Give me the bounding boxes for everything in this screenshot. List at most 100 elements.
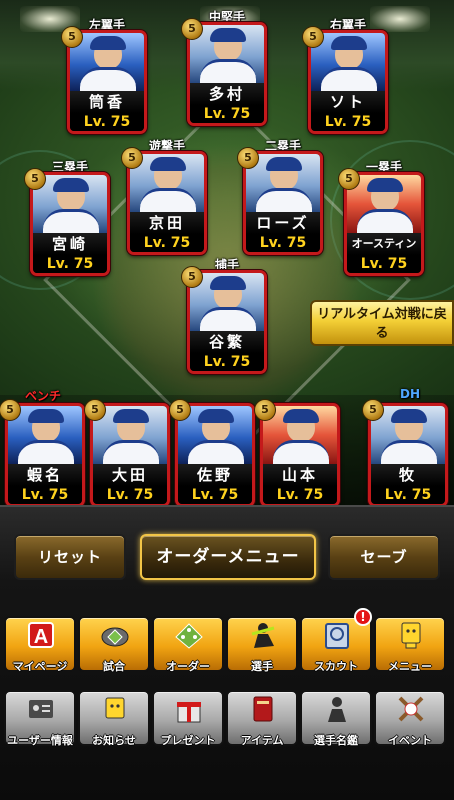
item-icon: [253, 696, 273, 722]
player-level: Lv. 75: [371, 486, 445, 504]
notification-badge: !: [354, 608, 372, 626]
nav-game[interactable]: 試合: [78, 612, 152, 676]
reset-button[interactable]: リセット: [14, 534, 126, 580]
save-button[interactable]: セーブ: [328, 534, 440, 580]
card-frame: 佐野 Lv. 75: [175, 403, 255, 507]
player-name: 京田: [130, 212, 204, 234]
cost-coin-icon: 5: [84, 399, 106, 421]
nav-label: マイページ: [12, 660, 68, 673]
player-name: 大田: [93, 464, 167, 486]
card-frame: ローズ Lv. 75: [243, 151, 323, 255]
cost-coin-icon: 5: [338, 168, 360, 190]
nav-item[interactable]: アイテム: [226, 686, 300, 750]
player-card-lf[interactable]: 筒香 Lv. 75 5: [61, 26, 147, 134]
player-directory-icon: [328, 697, 346, 722]
nav-label: イベント: [388, 734, 432, 747]
card-frame: 牧 Lv. 75: [368, 403, 448, 507]
present-icon: [177, 702, 201, 723]
nav-user-info[interactable]: ユーザー情報: [4, 686, 78, 750]
cost-coin-icon: 5: [302, 26, 324, 48]
player-name: 筒香: [70, 91, 144, 113]
player-level: Lv. 75: [190, 105, 264, 123]
nav-order[interactable]: オーダー: [152, 612, 226, 676]
nav-present[interactable]: プレゼント: [152, 686, 226, 750]
nav-label: 選手名鑑: [314, 734, 358, 747]
order-icon: [175, 623, 203, 649]
player-icon: [251, 623, 275, 648]
cost-coin-icon: 5: [362, 399, 384, 421]
nav-event[interactable]: イベント: [374, 686, 448, 750]
player-card-cf[interactable]: 多村 Lv. 75 5: [181, 18, 267, 126]
menu-icon: [401, 622, 421, 649]
card-frame: 大田 Lv. 75: [90, 403, 170, 507]
nav-label: お知らせ: [92, 734, 136, 747]
player-level: Lv. 75: [246, 234, 320, 252]
cost-coin-icon: 5: [237, 147, 259, 169]
nav-label: メニュー: [388, 660, 432, 673]
player-name: ソト: [311, 91, 385, 113]
card-frame: 宮崎 Lv. 75: [30, 172, 110, 276]
cost-coin-icon: 5: [181, 266, 203, 288]
player-card-rf[interactable]: ソト Lv. 75 5: [302, 26, 388, 134]
player-name: オースティン: [347, 233, 421, 255]
order-menu-button[interactable]: オーダーメニュー: [140, 534, 316, 580]
player-card-c[interactable]: 谷繁 Lv. 75 5: [181, 266, 267, 374]
player-level: Lv. 75: [263, 486, 337, 504]
card-frame: オースティン Lv. 75: [344, 172, 424, 276]
stadium-icon: [101, 627, 129, 647]
player-level: Lv. 75: [311, 113, 385, 131]
player-level: Lv. 75: [190, 353, 264, 371]
nav-player-directory[interactable]: 選手名鑑: [300, 686, 374, 750]
card-frame: ソト Lv. 75: [308, 30, 388, 134]
nav-label: ユーザー情報: [7, 734, 73, 747]
nav-label: アイテム: [240, 734, 284, 747]
player-level: Lv. 75: [178, 486, 252, 504]
dh-label: DH: [399, 387, 420, 401]
player-level: Lv. 75: [70, 113, 144, 131]
player-card-1b[interactable]: オースティン Lv. 75 5: [338, 168, 424, 276]
bench-label: ベンチ: [24, 389, 61, 403]
player-level: Lv. 75: [33, 255, 107, 273]
cost-coin-icon: 5: [24, 168, 46, 190]
card-frame: 京田 Lv. 75: [127, 151, 207, 255]
lineup-screen: 左翼手 筒香 Lv. 75 5 中堅手 多村 Lv. 75 5 右翼手 ソト L…: [0, 0, 454, 800]
event-icon: [398, 696, 424, 722]
nav-label: 試合: [103, 660, 125, 673]
nav-mypage[interactable]: A マイページ: [4, 612, 78, 676]
card-frame: 谷繁 Lv. 75: [187, 270, 267, 374]
bench-card[interactable]: 大田 Lv. 75 5: [84, 399, 170, 507]
nav-label: プレゼント: [160, 734, 216, 747]
bench-card[interactable]: 蝦名 Lv. 75 5: [0, 399, 85, 507]
player-level: Lv. 75: [93, 486, 167, 504]
mypage-icon: A: [28, 622, 54, 648]
news-icon: [105, 697, 125, 719]
player-level: Lv. 75: [347, 255, 421, 273]
nav-label: オーダー: [166, 660, 210, 673]
card-frame: 山本 Lv. 75: [260, 403, 340, 507]
dh-card[interactable]: 牧 Lv. 75 5: [362, 399, 448, 507]
nav-label: 選手: [251, 660, 273, 673]
card-frame: 蝦名 Lv. 75: [5, 403, 85, 507]
player-name: 牧: [371, 464, 445, 486]
scout-icon: [325, 623, 349, 649]
card-frame: 多村 Lv. 75: [187, 22, 267, 126]
player-level: Lv. 75: [8, 486, 82, 504]
nav-label: スカウト: [314, 660, 358, 673]
cost-coin-icon: 5: [169, 399, 191, 421]
player-name: ローズ: [246, 212, 320, 234]
player-name: 谷繁: [190, 331, 264, 353]
nav-scout[interactable]: ! スカウト: [300, 608, 374, 676]
nav-player[interactable]: 選手: [226, 612, 300, 676]
player-card-2b[interactable]: ローズ Lv. 75 5: [237, 147, 323, 255]
player-name: 多村: [190, 83, 264, 105]
nav-menu[interactable]: メニュー: [374, 612, 448, 676]
cost-coin-icon: 5: [61, 26, 83, 48]
player-card-ss[interactable]: 京田 Lv. 75 5: [121, 147, 207, 255]
nav-news[interactable]: お知らせ: [78, 686, 152, 750]
bench-card[interactable]: 山本 Lv. 75 5: [254, 399, 340, 507]
bench-card[interactable]: 佐野 Lv. 75 5: [169, 399, 255, 507]
cost-coin-icon: 5: [254, 399, 276, 421]
card-frame: 筒香 Lv. 75: [67, 30, 147, 134]
player-card-3b[interactable]: 宮崎 Lv. 75 5: [24, 168, 110, 276]
realtime-match-return-button[interactable]: リアルタイム対戦に戻る: [310, 300, 454, 346]
